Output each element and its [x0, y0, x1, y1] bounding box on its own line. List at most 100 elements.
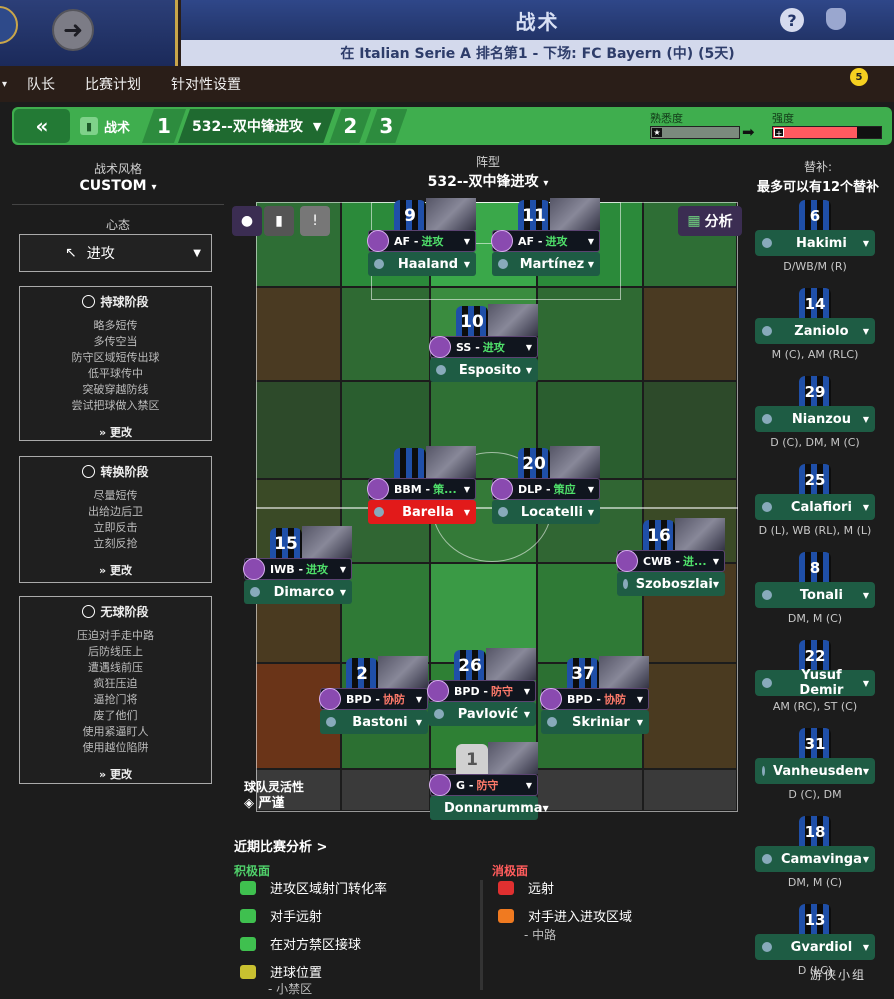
player-name-button[interactable]: Skriniar ▼	[541, 710, 649, 734]
player-name-button[interactable]: Esposito ▼	[430, 358, 538, 382]
menu-item-match-plan[interactable]: 比赛计划	[85, 74, 141, 94]
player-name-button[interactable]: Martínez ▼	[492, 252, 600, 276]
role-dropdown[interactable]: SS - 进攻 ▼	[429, 336, 538, 358]
sub-player[interactable]: 31 Vanheusden ▼ D (C), DM	[755, 728, 875, 812]
sub-player[interactable]: 25 Calafiori ▼ D (L), WB (RL), M (L)	[755, 464, 875, 548]
role-dropdown[interactable]: IWB - 进攻 ▼	[243, 558, 352, 580]
sub-player[interactable]: 6 Hakimi ▼ D/WB/M (R)	[755, 200, 875, 284]
positive-text: 进攻区域射门转化率	[270, 882, 388, 897]
role-icon	[540, 688, 562, 710]
formation-dropdown[interactable]: 532--双中锋进攻 ▾	[232, 171, 744, 191]
menu-item-opposition[interactable]: 针对性设置	[171, 74, 241, 94]
player-name-button[interactable]: Bastoni ▼	[320, 710, 428, 734]
role-code: BPD	[346, 692, 372, 706]
help-icon[interactable]: ?	[780, 8, 804, 32]
sub-player[interactable]: 14 Zaniolo ▼ M (C), AM (RLC)	[755, 288, 875, 372]
role-dropdown[interactable]: BPD - 防守 ▼	[427, 680, 536, 702]
sub-name-button[interactable]: Camavinga ▼	[755, 846, 875, 872]
player-name-button[interactable]: Haaland ▼	[368, 252, 476, 276]
edit-button[interactable]: » 更改	[20, 562, 211, 578]
role-sep: -	[294, 562, 304, 576]
forward-button[interactable]: ➜	[52, 9, 94, 51]
club-logo[interactable]	[0, 6, 18, 44]
sub-name-button[interactable]: Hakimi ▼	[755, 230, 875, 256]
chevron-down-icon: ▼	[523, 709, 530, 719]
edit-button[interactable]: » 更改	[20, 424, 211, 440]
familiarity-meter[interactable]: 熟悉度 ★ ➡	[650, 110, 760, 142]
shirt-number: 2	[346, 658, 378, 690]
player-name-button[interactable]: Szoboszlai ▼	[617, 572, 725, 596]
player-name-button[interactable]: Locatelli ▼	[492, 500, 600, 524]
tactic-slot-2[interactable]: 2	[329, 109, 371, 143]
phase-instruction: 立即反击	[93, 521, 138, 534]
sub-player[interactable]: 22 Yusuf Demir ▼ AM (RC), ST (C)	[755, 640, 875, 724]
role-sep: -	[410, 234, 419, 248]
shirt-number: 8	[799, 552, 831, 584]
top-bar: ➜ 战术 ? 在 Italian Serie A 排名第1 - 下场: FC B…	[0, 0, 894, 66]
sub-name-button[interactable]: Yusuf Demir ▼	[755, 668, 875, 698]
sub-name-button[interactable]: Gvardiol ▼	[755, 934, 875, 960]
tactic-bar: « ▮ 战术 1 532--双中锋进攻 ▼ 2 3	[12, 107, 892, 145]
sub-player[interactable]: 8 Tonali ▼ DM, M (C)	[755, 552, 875, 636]
role-sep: -	[465, 778, 474, 792]
sub-name-button[interactable]: Vanheusden ▼	[755, 758, 875, 784]
player-name-button[interactable]: Donnarumma ▼	[430, 796, 549, 820]
intensity-meter[interactable]: 强度 +	[772, 110, 884, 142]
shirt-number: 31	[799, 728, 831, 760]
player-name-button[interactable]: Barella ▼	[368, 500, 476, 524]
analysis-button[interactable]: ▦ 分析	[678, 206, 742, 236]
chevron-down-icon[interactable]: ▾	[2, 79, 7, 90]
role-code: DLP	[518, 482, 543, 496]
phase-lines: 略多短传 多传空当 防守区域短传出球 低平球传中 突破穿越防线 尝试把球做入禁区	[20, 318, 211, 414]
role-dropdown[interactable]: G - 防守 ▼	[429, 774, 538, 796]
tactic-slot-1[interactable]: 1	[142, 109, 186, 143]
player-view-button[interactable]: ●	[232, 206, 262, 236]
person-icon	[762, 766, 766, 776]
thumbs-up-icon	[240, 936, 256, 951]
sub-name-button[interactable]: Tonali ▼	[755, 582, 875, 608]
tactic-name-dropdown[interactable]: 532--双中锋进攻 ▼	[178, 109, 335, 143]
shirt-number: 20	[518, 448, 550, 480]
player-photo	[302, 526, 352, 558]
instructions-button[interactable]: !	[300, 206, 330, 236]
tactic-slot-3[interactable]: 3	[365, 109, 407, 143]
sub-player[interactable]: 29 Nianzou ▼ D (C), DM, M (C)	[755, 376, 875, 460]
role-dropdown[interactable]: BPD - 协防 ▼	[319, 688, 428, 710]
stats-view-button[interactable]: ▮	[264, 206, 294, 236]
chevron-down-icon: ▼	[463, 484, 470, 494]
style-dropdown[interactable]: CUSTOM ▾	[12, 178, 224, 194]
sub-name-button[interactable]: Nianzou ▼	[755, 406, 875, 432]
phase-instruction: 使用越位陷阱	[82, 741, 149, 754]
player-name-button[interactable]: Pavlović ▼	[428, 702, 536, 726]
notification-badge[interactable]: 5	[850, 68, 868, 86]
role-dropdown[interactable]: CWB - 进... ▼	[616, 550, 725, 572]
collapse-button[interactable]: «	[14, 109, 70, 143]
role-dropdown[interactable]: BPD - 协防 ▼	[540, 688, 649, 710]
mentality-dropdown[interactable]: ↖ 进攻 ▼	[19, 234, 212, 272]
role-dropdown[interactable]: AF - 进攻 ▼	[491, 230, 600, 252]
role-dropdown[interactable]: DLP - 策应 ▼	[491, 478, 600, 500]
flexibility-text: 严谨	[258, 796, 285, 811]
person-icon	[250, 587, 260, 597]
positive-item: 在对方禁区接球	[240, 934, 361, 953]
sub-player[interactable]: 18 Camavinga ▼ DM, M (C)	[755, 816, 875, 900]
edit-button[interactable]: » 更改	[20, 766, 211, 782]
sub-positions: D (L), WB (RL), M (L)	[758, 524, 872, 537]
role-dropdown[interactable]: BBM - 策... ▼	[367, 478, 476, 500]
negative-text: 对手进入进攻区域	[528, 910, 633, 925]
sub-positions: D (C), DM, M (C)	[770, 436, 860, 449]
negative-subtext: - 中路	[524, 928, 557, 942]
analysis-title[interactable]: 近期比赛分析 >	[234, 836, 327, 855]
chevron-down-icon: ▼	[525, 365, 532, 375]
sub-name-button[interactable]: Zaniolo ▼	[755, 318, 875, 344]
role-code: G	[456, 778, 466, 792]
player-name: Skriniar	[572, 714, 630, 730]
menu-item-captain[interactable]: 队长	[27, 74, 55, 94]
trophy-icon[interactable]	[826, 8, 846, 30]
player-name-button[interactable]: Dimarco ▼	[244, 580, 352, 604]
chevron-down-icon: ▼	[636, 694, 643, 704]
person-icon	[547, 717, 557, 727]
sub-name-button[interactable]: Calafiori ▼	[755, 494, 875, 520]
role-dropdown[interactable]: AF - 进攻 ▼	[367, 230, 476, 252]
intensity-fill	[773, 127, 858, 138]
